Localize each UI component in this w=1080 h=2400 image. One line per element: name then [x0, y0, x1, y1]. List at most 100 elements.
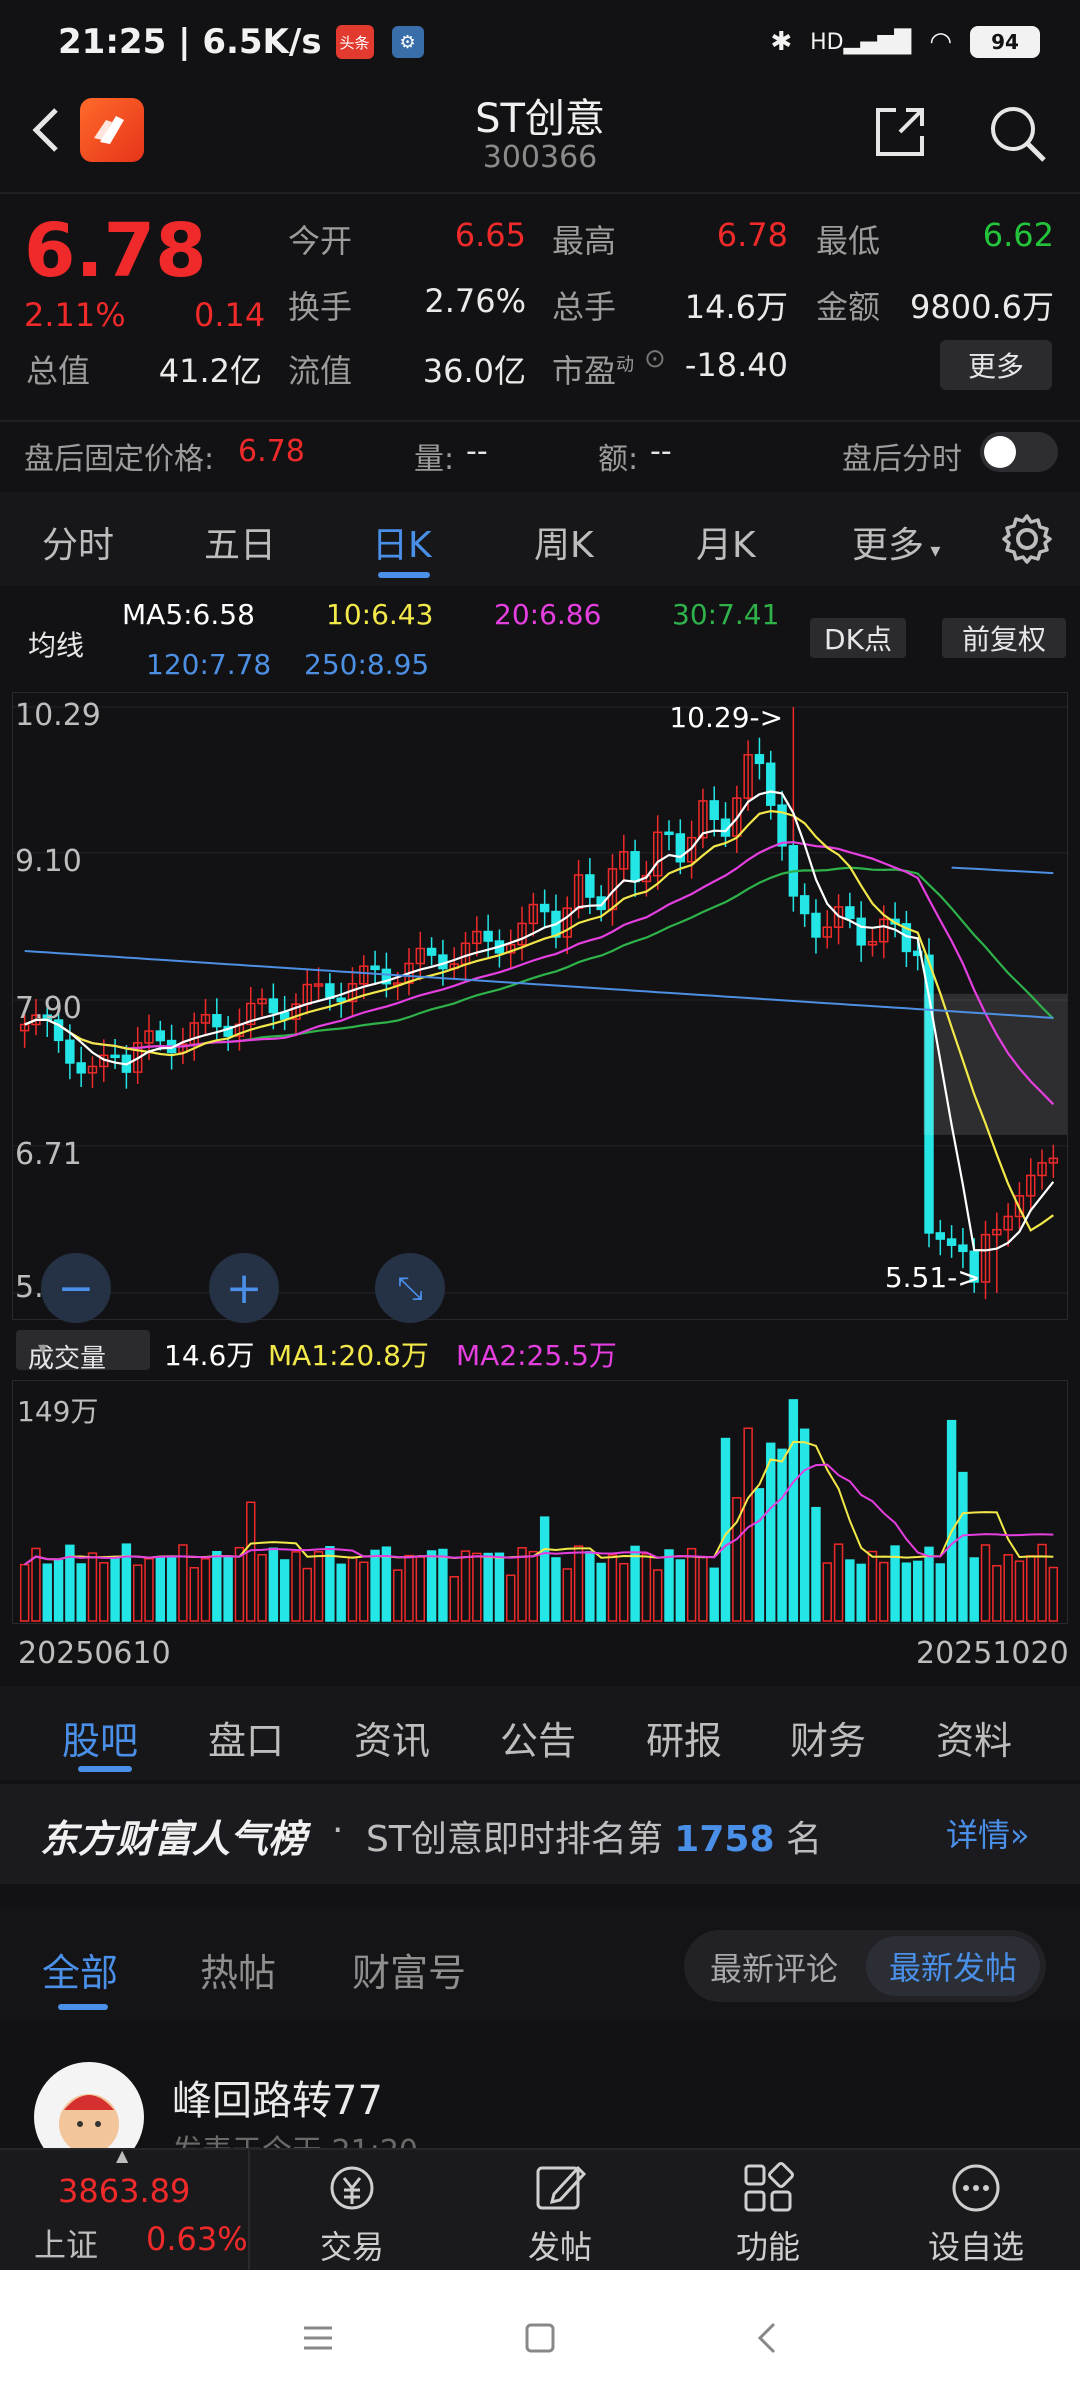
tab-profile[interactable]: 资料 — [936, 1710, 1012, 1765]
volume-bar — [200, 1558, 211, 1622]
tab-pankou[interactable]: 盘口 — [208, 1710, 284, 1765]
after-hours-toggle-label: 盘后分时 — [842, 442, 962, 477]
tab-research[interactable]: 研报 — [646, 1710, 722, 1765]
tab-finance[interactable]: 财务 — [790, 1710, 866, 1765]
kline-chart[interactable]: 10.299.107.906.715.5110.29->5.51-> − + ⤡ — [12, 692, 1069, 1323]
ma120-line — [24, 950, 1054, 1019]
tab-five-day[interactable]: 五日 — [204, 516, 276, 568]
ma20-value: 20:6.86 — [494, 598, 602, 631]
chevron-down-icon: ▾ — [924, 538, 941, 562]
adjust-mode-button[interactable]: 前复权 — [942, 618, 1066, 658]
active-tab-indicator — [58, 2004, 108, 2010]
volume-bar — [946, 1419, 957, 1622]
volume-bar — [370, 1549, 380, 1622]
zoom-out-button[interactable]: − — [41, 1253, 111, 1323]
volume-bar — [641, 1553, 652, 1622]
tab-announcements[interactable]: 公告 — [500, 1710, 576, 1765]
candle-body — [709, 800, 719, 820]
settings-app-icon: ⚙ — [391, 26, 424, 58]
feed-tabs: 全部 热帖 财富号 最新评论 最新发帖 — [0, 1908, 1080, 2020]
stock-detail-page: 21:25 | 6.5K/s 头条 ⚙ ✱ HD▂▄▆█ ◠ 94 ST创意 3… — [0, 0, 1080, 2400]
fullscreen-icon[interactable]: ⤡ — [375, 1253, 445, 1323]
gear-icon[interactable] — [1000, 512, 1054, 566]
functions-button[interactable]: 功能 — [688, 2150, 848, 2272]
zoom-in-button[interactable]: + — [209, 1253, 279, 1323]
volume-value: 14.6万 — [684, 288, 788, 326]
share-icon[interactable] — [870, 102, 930, 162]
tab-wealth-account[interactable]: 财富号 — [352, 1942, 466, 1997]
post-button[interactable]: 发帖 — [480, 2150, 640, 2272]
volume-bar — [539, 1516, 550, 1622]
tab-hot[interactable]: 热帖 — [200, 1942, 276, 1997]
post-author[interactable]: 峰回路转77 — [172, 2068, 383, 2126]
pe-info-icon[interactable]: ⊙ — [644, 344, 666, 374]
tab-more[interactable]: 更多 ▾ — [852, 516, 940, 568]
candle-body — [76, 1062, 86, 1074]
volume-bar — [754, 1488, 765, 1622]
quote-panel: 6.78 2.11% 0.14 今开 6.65 最高 6.78 最低 6.62 … — [0, 194, 1080, 420]
amount-label: 金额 — [816, 288, 881, 326]
volume-bar — [867, 1550, 878, 1622]
volume-bar — [845, 1559, 855, 1622]
volume-bar — [426, 1550, 437, 1622]
sort-latest-post[interactable]: 最新发帖 — [866, 1936, 1040, 1996]
volume-bar — [325, 1546, 335, 1622]
tab-daily-k[interactable]: 日K — [372, 516, 432, 568]
low-label: 最低 — [816, 222, 881, 260]
volume-bar — [935, 1563, 946, 1622]
dk-point-button[interactable]: DK点 — [810, 618, 906, 658]
volume-chart[interactable]: 149万 — [12, 1380, 1068, 1624]
tab-guba[interactable]: 股吧 — [62, 1710, 138, 1765]
edit-icon — [536, 2165, 587, 2210]
volume-bar — [347, 1556, 358, 1622]
ma250-value: 250:8.95 — [304, 648, 430, 681]
candle-body — [539, 903, 550, 913]
add-watchlist-button[interactable]: 设自选 — [896, 2150, 1056, 2272]
candle-body — [585, 874, 595, 898]
search-icon[interactable] — [986, 102, 1048, 164]
tab-monthly-k[interactable]: 月K — [696, 516, 756, 568]
menu-icon[interactable] — [288, 2308, 348, 2368]
status-right: ✱ HD▂▄▆█ ◠ 94 — [770, 26, 1040, 58]
ma-title: 均线 — [28, 629, 85, 662]
popularity-rank-row[interactable]: 东方财富人气榜 · ST创意即时排名第 1758 名 详情» — [0, 1784, 1080, 1884]
volume-ma1: MA1:20.8万 — [268, 1339, 429, 1372]
tab-intraday[interactable]: 分时 — [42, 516, 114, 568]
rank-detail-link[interactable]: 详情» — [946, 1810, 1030, 1856]
volume-legend: 成交量 ▾ 14.6万 MA1:20.8万 MA2:25.5万 — [0, 1326, 1080, 1376]
volume-bar — [664, 1549, 674, 1622]
candle-body — [946, 1238, 957, 1246]
more-button[interactable]: 更多 — [940, 340, 1052, 390]
volume-bar — [189, 1566, 199, 1622]
tab-news[interactable]: 资讯 — [354, 1710, 430, 1765]
volume-bar — [992, 1564, 1002, 1622]
back-nav-icon[interactable] — [738, 2308, 798, 2368]
after-hours-row: 盘后固定价格: 6.78 量: -- 额: -- 盘后分时 — [0, 420, 1080, 490]
ma5-line — [24, 790, 1055, 1252]
indicator-select[interactable]: 成交量 ▾ — [16, 1330, 150, 1374]
max-price-marker: 10.29-> — [669, 701, 783, 734]
after-hours-toggle[interactable] — [980, 432, 1058, 472]
avatar[interactable] — [34, 2062, 144, 2152]
index-ticker[interactable]: ▲ 3863.89 上证 0.63% — [0, 2146, 250, 2272]
post-item[interactable]: 峰回路转77 发表于今天 21:20 — [0, 2022, 1080, 2152]
sort-latest-comment[interactable]: 最新评论 — [710, 1944, 838, 1990]
float-cap-value: 36.0亿 — [422, 352, 526, 390]
volume-bar — [766, 1442, 776, 1622]
candle-body — [766, 762, 776, 806]
volume-bar — [99, 1562, 109, 1622]
volume-bar — [799, 1428, 810, 1622]
candle-body — [630, 851, 640, 883]
volume-bar — [460, 1550, 471, 1622]
trade-button[interactable]: 交易 — [272, 2150, 432, 2272]
ma10-line — [24, 809, 1054, 1232]
ma10-value: 10:6.43 — [326, 598, 434, 631]
volume-bar — [980, 1544, 991, 1622]
volume-bar — [438, 1548, 448, 1622]
home-icon[interactable] — [510, 2308, 570, 2368]
tab-weekly-k[interactable]: 周K — [534, 516, 594, 568]
volume-bar — [302, 1567, 312, 1622]
index-percent: 0.63% — [146, 2220, 248, 2258]
volume-bar — [585, 1551, 595, 1622]
tab-all[interactable]: 全部 — [42, 1942, 118, 1997]
